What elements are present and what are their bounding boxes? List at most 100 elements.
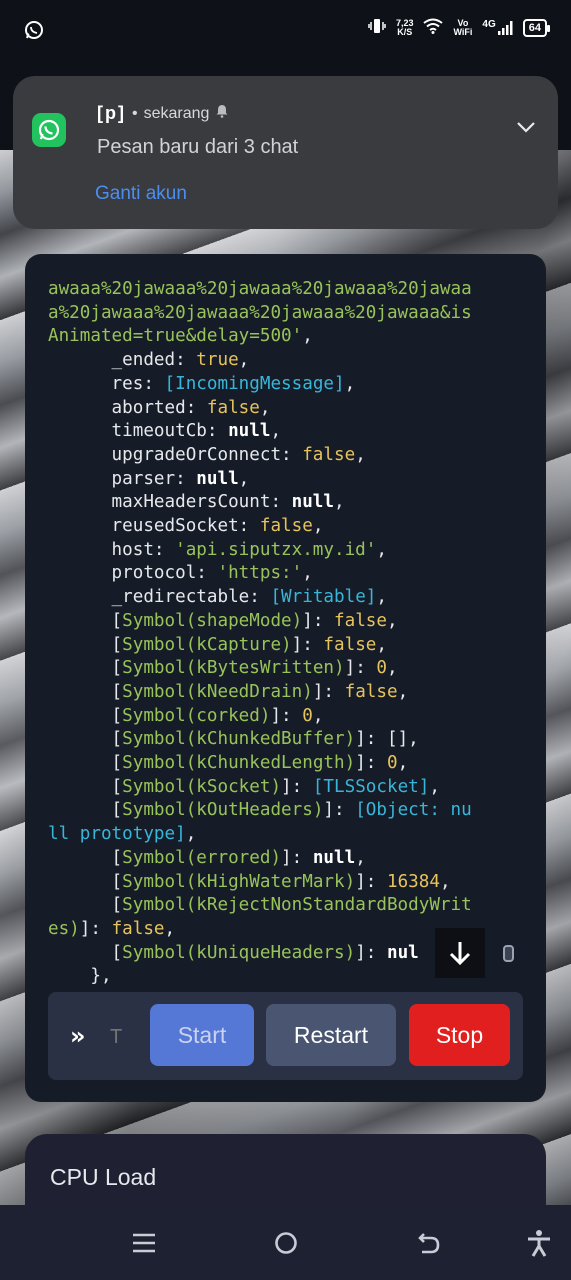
console-token: upgradeOrConnect:	[48, 444, 303, 465]
cpu-load-title: CPU Load	[50, 1164, 157, 1190]
console-token: ,	[259, 397, 271, 418]
notification-card[interactable]: [p] • sekarang Pesan baru dari 3 chat Ga…	[13, 76, 558, 229]
console-token: Symbol(errored)	[122, 847, 282, 868]
stop-button[interactable]: Stop	[409, 1004, 510, 1066]
notification-time: sekarang	[143, 104, 210, 122]
console-token: 'api.siputzx.my.id'	[175, 539, 377, 560]
restart-button[interactable]: Restart	[266, 1004, 396, 1066]
console-line: upgradeOrConnect: false,	[48, 444, 498, 468]
console-token: [	[48, 847, 123, 868]
console-token: ,	[386, 658, 398, 679]
console-line: [Symbol(shapeMode)]: false,	[48, 610, 498, 634]
console-token: null	[312, 847, 356, 868]
console-line: _redirectable: [Writable],	[48, 586, 498, 610]
console-panel: awaaa%20jawaaa%20jawaaa%20jawaaa%20jawaa…	[25, 254, 546, 1102]
console-token: ]:	[270, 705, 303, 726]
console-token: ,	[376, 634, 387, 655]
console-token: ,	[344, 373, 356, 394]
console-line: [Symbol(kSocket)]: [TLSSocket],	[48, 776, 498, 800]
console-line: [Symbol(kCapture)]: false,	[48, 634, 498, 658]
start-button[interactable]: Start	[150, 1004, 254, 1066]
console-token: ,	[312, 516, 324, 537]
chevron-down-icon[interactable]	[516, 120, 536, 139]
console-token: [	[48, 753, 123, 774]
console-line: res: [IncomingMessage],	[48, 373, 498, 397]
console-token: a%20jawaaa%20jawaaa%20jawaaa%20jawaaa&is	[48, 302, 472, 323]
console-token: ]: [],	[355, 729, 419, 750]
console-line: parser: null,	[48, 468, 498, 492]
console-line: [Symbol(kOutHeaders)]: [Object: nu	[48, 799, 498, 823]
console-token: nul	[386, 942, 419, 963]
console-token: },	[48, 966, 112, 987]
console-line: es)]: false,	[48, 918, 498, 942]
console-token: ]:	[281, 776, 313, 797]
console-token: false	[206, 397, 260, 418]
notification-app-name: [p]	[97, 103, 126, 123]
console-token: [	[48, 658, 123, 679]
console-token: true	[196, 350, 239, 371]
console-token: ,	[270, 421, 282, 442]
console-token: Symbol(kChunkedBuffer)	[122, 729, 356, 750]
console-token: ,	[355, 847, 366, 868]
console-token: Symbol(kBytesWritten)	[122, 658, 345, 679]
control-bar: » Start Restart Stop	[48, 992, 523, 1080]
console-token: [	[48, 610, 123, 631]
signal-icon: 4G	[482, 19, 513, 36]
console-token: ,	[238, 350, 250, 371]
console-token: ]:	[355, 753, 387, 774]
console-token: [	[48, 634, 123, 655]
console-token: ,	[397, 681, 409, 702]
vibrate-icon	[368, 18, 386, 37]
console-token: [IncomingMessage]	[164, 373, 345, 394]
console-token: ]:	[291, 634, 324, 655]
console-token: protocol:	[48, 563, 218, 584]
console-log[interactable]: awaaa%20jawaaa%20jawaaa%20jawaaa%20jawaa…	[48, 278, 498, 990]
console-token: ]:	[344, 658, 377, 679]
console-token: aborted:	[48, 397, 207, 418]
console-token: reusedSocket:	[48, 516, 260, 537]
console-token: [	[48, 942, 123, 963]
console-line: },	[48, 965, 498, 989]
recents-menu-icon[interactable]	[128, 1227, 160, 1259]
console-token: [	[48, 705, 123, 726]
console-token: ,	[429, 776, 440, 797]
home-circle-icon[interactable]	[270, 1227, 302, 1259]
console-line: reusedSocket: false,	[48, 515, 498, 539]
wifi-icon	[423, 18, 444, 37]
console-token: parser:	[48, 468, 197, 489]
back-arrow-icon[interactable]	[412, 1227, 444, 1259]
console-line: _ended: true,	[48, 349, 498, 373]
console-line: host: 'api.siputzx.my.id',	[48, 539, 498, 563]
console-token: [	[48, 729, 123, 750]
console-token: 'https:'	[217, 563, 303, 584]
console-token: Symbol(kNeedDrain)	[122, 681, 313, 702]
console-token: Symbol(shapeMode)	[122, 610, 303, 631]
console-token: null	[228, 421, 271, 442]
console-token: _ended:	[48, 350, 197, 371]
console-token: Symbol(kRejectNonStandardBodyWrit	[122, 895, 472, 916]
console-line: a%20jawaaa%20jawaaa%20jawaaa%20jawaaa&is	[48, 302, 498, 326]
scrollbar-thumb[interactable]	[503, 945, 514, 962]
console-token: es)	[48, 918, 80, 939]
console-token: [	[48, 800, 123, 821]
console-token: ,	[312, 705, 324, 726]
console-token: 0	[386, 753, 398, 774]
scroll-to-bottom-button[interactable]	[435, 928, 485, 978]
command-input[interactable]	[108, 1020, 142, 1054]
console-line: timeoutCb: null,	[48, 420, 498, 444]
console-token: ]:	[79, 918, 112, 939]
battery-indicator: 64	[522, 18, 551, 37]
console-token: ,	[334, 492, 345, 513]
console-token: ]:	[312, 681, 345, 702]
console-token: false	[302, 444, 356, 465]
console-token: [	[48, 776, 123, 797]
switch-account-button[interactable]: Ganti akun	[95, 183, 187, 205]
console-line: [Symbol(errored)]: null,	[48, 847, 498, 871]
arrow-down-icon	[449, 942, 471, 966]
console-line: aborted: false,	[48, 397, 498, 421]
console-line: [Symbol(kUniqueHeaders)]: nul	[48, 942, 498, 966]
console-token: ]:	[302, 610, 335, 631]
console-token: Symbol(kOutHeaders)	[122, 800, 324, 821]
accessibility-icon[interactable]	[523, 1227, 555, 1259]
console-token: ,	[164, 918, 176, 939]
